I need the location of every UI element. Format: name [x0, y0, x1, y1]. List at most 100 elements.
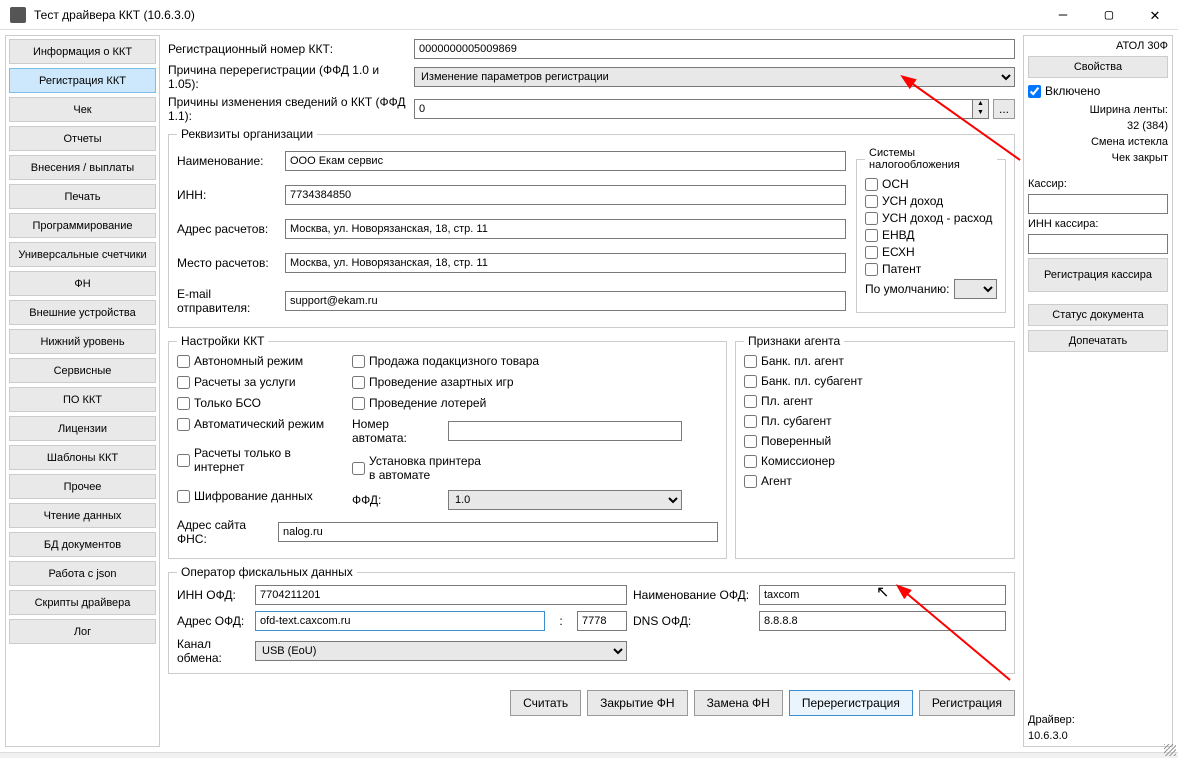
rereg-reason-label: Причина перерегистрации (ФФД 1.0 и 1.05)…: [168, 63, 410, 91]
sidebar-item-3[interactable]: Отчеты: [9, 126, 156, 151]
kkt-fieldset: Настройки ККТ Автономный режимРасчеты за…: [168, 334, 727, 559]
sidebar-item-15[interactable]: Прочее: [9, 474, 156, 499]
agent-check-6[interactable]: [744, 475, 757, 488]
register-cashier-button[interactable]: Регистрация кассира: [1028, 258, 1168, 292]
cashier-input[interactable]: [1028, 194, 1168, 214]
ofd-port-input[interactable]: [577, 611, 627, 631]
properties-button[interactable]: Свойства: [1028, 56, 1168, 78]
sidebar-item-18[interactable]: Работа с json: [9, 561, 156, 586]
ofd-addr-input[interactable]: [255, 611, 545, 631]
rereg-reason-select[interactable]: Изменение параметров регистрации: [414, 67, 1015, 87]
tax-check-0[interactable]: [865, 178, 878, 191]
kkt-check-2[interactable]: [177, 397, 190, 410]
maximize-button[interactable]: ▢: [1086, 0, 1132, 30]
agent-check-0[interactable]: [744, 355, 757, 368]
sidebar-item-4[interactable]: Внесения / выплаты: [9, 155, 156, 180]
tax-check-2[interactable]: [865, 212, 878, 225]
kkt-check-1[interactable]: [177, 376, 190, 389]
org-email-input[interactable]: [285, 291, 846, 311]
rereg-button[interactable]: Перерегистрация: [789, 690, 913, 716]
shift-status: Смена истекла: [1028, 136, 1168, 148]
tax-check-3[interactable]: [865, 229, 878, 242]
ofd-dns-input[interactable]: [759, 611, 1006, 631]
ofd-name-input[interactable]: [759, 585, 1006, 605]
sidebar-item-1[interactable]: Регистрация ККТ: [9, 68, 156, 93]
sidebar-item-0[interactable]: Информация о ККТ: [9, 39, 156, 64]
ofd-chan-label: Канал обмена:: [177, 637, 249, 665]
agent-check-1[interactable]: [744, 375, 757, 388]
sidebar-item-14[interactable]: Шаблоны ККТ: [9, 445, 156, 470]
ofd-inn-input[interactable]: [255, 585, 627, 605]
org-place-input[interactable]: [285, 253, 846, 273]
reg-number-input[interactable]: [414, 39, 1015, 59]
replace-fn-button[interactable]: Замена ФН: [694, 690, 783, 716]
sidebar-item-10[interactable]: Нижний уровень: [9, 329, 156, 354]
tax-check-1[interactable]: [865, 195, 878, 208]
agent-fieldset: Признаки агента Банк. пл. агентБанк. пл.…: [735, 334, 1015, 559]
tape-width-value: 32 (384): [1028, 120, 1168, 132]
kkt-check-0[interactable]: [177, 355, 190, 368]
agent-check-4[interactable]: [744, 435, 757, 448]
reasons11-browse[interactable]: ...: [993, 99, 1015, 119]
org-addr-input[interactable]: [285, 219, 846, 239]
tax-fieldset: Системы налогообложения ОСНУСН доходУСН …: [856, 147, 1006, 313]
ofd-chan-select[interactable]: USB (EoU): [255, 641, 627, 661]
tax-default-label: По умолчанию:: [865, 282, 950, 296]
tax-check-4[interactable]: [865, 246, 878, 259]
auto-number-input[interactable]: [448, 421, 682, 441]
resize-grip[interactable]: [1164, 744, 1176, 756]
org-inn-label: ИНН:: [177, 188, 281, 202]
agent-check-3[interactable]: [744, 415, 757, 428]
sidebar-item-16[interactable]: Чтение данных: [9, 503, 156, 528]
reprint-button[interactable]: Допечатать: [1028, 330, 1168, 352]
close-button[interactable]: ✕: [1132, 0, 1178, 30]
right-panel: АТОЛ 30Ф Свойства Включено Ширина ленты:…: [1023, 35, 1173, 747]
ofd-inn-label: ИНН ОФД:: [177, 588, 249, 602]
fns-label: Адрес сайта ФНС:: [177, 518, 274, 546]
reasons11-input[interactable]: [414, 99, 973, 119]
sidebar-item-5[interactable]: Печать: [9, 184, 156, 209]
sidebar-item-13[interactable]: Лицензии: [9, 416, 156, 441]
sidebar-item-8[interactable]: ФН: [9, 271, 156, 296]
sidebar-item-17[interactable]: БД документов: [9, 532, 156, 557]
reasons11-spinner[interactable]: ▲▼: [973, 99, 989, 119]
kkt-check-4[interactable]: [177, 454, 190, 467]
cashier-inn-input[interactable]: [1028, 234, 1168, 254]
sidebar-item-9[interactable]: Внешние устройства: [9, 300, 156, 325]
doc-status-button[interactable]: Статус документа: [1028, 304, 1168, 326]
tax-default-select[interactable]: [954, 279, 998, 299]
sidebar-item-2[interactable]: Чек: [9, 97, 156, 122]
ofd-addr-label: Адрес ОФД:: [177, 614, 249, 628]
sidebar-item-20[interactable]: Лог: [9, 619, 156, 644]
app-icon: [10, 7, 26, 23]
kkt-legend: Настройки ККТ: [177, 334, 268, 348]
sidebar-item-6[interactable]: Программирование: [9, 213, 156, 238]
close-fn-button[interactable]: Закрытие ФН: [587, 690, 687, 716]
sidebar-item-7[interactable]: Универсальные счетчики: [9, 242, 156, 267]
agent-check-5[interactable]: [744, 455, 757, 468]
reasons11-label: Причины изменения сведений о ККТ (ФФД 1.…: [168, 95, 410, 123]
kkt-lottery-check[interactable]: [352, 397, 365, 410]
kkt-check-3[interactable]: [177, 418, 190, 431]
kkt-excise-check[interactable]: [352, 355, 365, 368]
sidebar-item-11[interactable]: Сервисные: [9, 358, 156, 383]
kkt-printer-check[interactable]: [352, 462, 365, 475]
org-inn-input[interactable]: [285, 185, 846, 205]
sidebar-item-19[interactable]: Скрипты драйвера: [9, 590, 156, 615]
enabled-check[interactable]: [1028, 85, 1041, 98]
tax-check-5[interactable]: [865, 263, 878, 276]
titlebar: Тест драйвера ККТ (10.6.3.0) — ▢ ✕: [0, 0, 1178, 30]
sidebar-item-12[interactable]: ПО ККТ: [9, 387, 156, 412]
minimize-button[interactable]: —: [1040, 0, 1086, 30]
kkt-check-5[interactable]: [177, 490, 190, 503]
org-addr-label: Адрес расчетов:: [177, 222, 281, 236]
reg-button[interactable]: Регистрация: [919, 690, 1015, 716]
ffd-select[interactable]: 1.0: [448, 490, 682, 510]
ofd-legend: Оператор фискальных данных: [177, 565, 357, 579]
org-fieldset: Реквизиты организации Наименование: ИНН:…: [168, 127, 1015, 328]
agent-check-2[interactable]: [744, 395, 757, 408]
read-button[interactable]: Считать: [510, 690, 581, 716]
org-name-input[interactable]: [285, 151, 846, 171]
kkt-gambling-check[interactable]: [352, 376, 365, 389]
fns-input[interactable]: [278, 522, 718, 542]
